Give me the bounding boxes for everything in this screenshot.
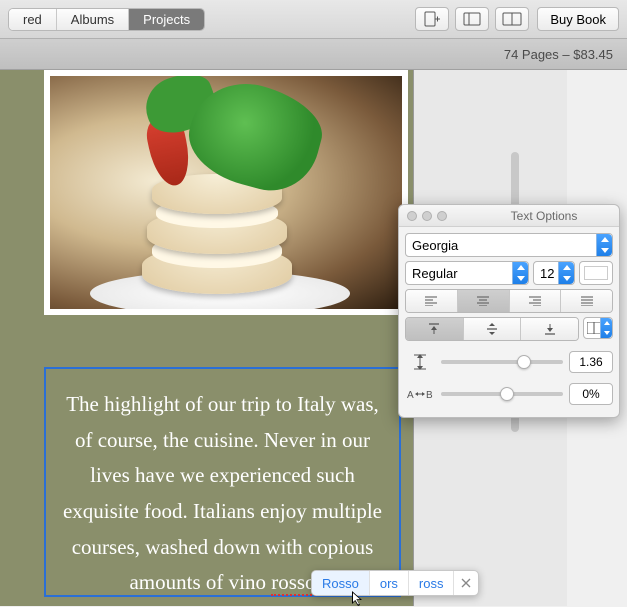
autocorrect-popup: Rosso ors ross	[311, 570, 479, 596]
align-center-button[interactable]	[458, 290, 510, 312]
valign-top-button[interactable]	[406, 318, 464, 340]
panel-titlebar[interactable]: Text Options	[399, 205, 619, 227]
status-bar: 74 Pages – $83.45	[0, 39, 627, 70]
zoom-icon[interactable]	[437, 211, 447, 221]
line-spacing-value[interactable]: 1.36	[569, 351, 613, 373]
tab-red[interactable]: red	[9, 9, 57, 30]
close-icon[interactable]	[407, 211, 417, 221]
window-controls	[407, 211, 447, 221]
tab-albums[interactable]: Albums	[57, 9, 129, 30]
valign-top-icon	[429, 323, 439, 335]
photo-frame[interactable]	[44, 70, 408, 315]
valign-middle-icon	[487, 323, 497, 335]
tracking-icon: AB	[405, 388, 435, 400]
panel-title-text: Text Options	[477, 209, 611, 223]
view-tabs: red Albums Projects	[8, 8, 205, 31]
font-size-field[interactable]: 12	[533, 261, 575, 285]
close-icon	[461, 578, 471, 588]
align-justify-icon	[581, 296, 593, 306]
text-frame[interactable]: The highlight of our trip to Italy was, …	[44, 367, 401, 597]
font-style-select[interactable]: Regular	[405, 261, 529, 285]
chevron-updown-icon	[512, 262, 528, 284]
align-right-button[interactable]	[510, 290, 562, 312]
buy-book-button[interactable]: Buy Book	[537, 7, 619, 31]
valign-bottom-button[interactable]	[521, 318, 578, 340]
text-options-panel: Text Options Georgia Regular 12	[398, 204, 620, 418]
autocorrect-suggestion-2[interactable]: ross	[409, 571, 455, 595]
svg-text:A: A	[407, 390, 414, 400]
tab-projects[interactable]: Projects	[129, 9, 204, 30]
align-center-icon	[477, 296, 489, 306]
book-page: The highlight of our trip to Italy was, …	[0, 70, 414, 606]
autocorrect-dismiss-button[interactable]	[454, 571, 478, 595]
font-family-select[interactable]: Georgia	[405, 233, 613, 257]
misspelled-word[interactable]: rosso	[271, 570, 315, 596]
autocorrect-suggestion-1[interactable]: ors	[370, 571, 409, 595]
add-page-icon	[423, 11, 441, 27]
tracking-value[interactable]: 0%	[569, 383, 613, 405]
body-text: The highlight of our trip to Italy was, …	[63, 392, 382, 594]
cursor-icon	[352, 591, 366, 607]
font-style-value: Regular	[412, 266, 458, 281]
columns-button[interactable]	[583, 317, 613, 339]
vertical-align-group	[405, 317, 579, 341]
align-left-button[interactable]	[406, 290, 458, 312]
page-count-price: 74 Pages – $83.45	[504, 47, 613, 62]
valign-bottom-icon	[545, 323, 555, 335]
valign-middle-button[interactable]	[464, 318, 522, 340]
font-family-value: Georgia	[412, 238, 458, 253]
align-justify-button[interactable]	[561, 290, 612, 312]
align-right-icon	[529, 296, 541, 306]
font-size-value: 12	[540, 266, 554, 281]
layout-spread-icon	[502, 12, 522, 26]
minimize-icon[interactable]	[422, 211, 432, 221]
columns-icon	[587, 322, 600, 334]
horizontal-align-group	[405, 289, 613, 313]
layout-spread-button[interactable]	[495, 7, 529, 31]
top-toolbar: red Albums Projects Buy Book	[0, 0, 627, 39]
layout-split-button[interactable]	[455, 7, 489, 31]
tracking-slider[interactable]	[441, 392, 563, 396]
svg-text:B: B	[426, 390, 433, 400]
photo-image	[50, 76, 402, 309]
add-page-button[interactable]	[415, 7, 449, 31]
align-left-icon	[425, 296, 437, 306]
chevron-updown-icon	[596, 234, 612, 256]
text-color-well[interactable]	[579, 261, 613, 285]
line-spacing-icon	[405, 354, 435, 370]
line-spacing-slider[interactable]	[441, 360, 563, 364]
chevron-updown-icon	[558, 262, 574, 284]
chevron-updown-icon	[600, 318, 612, 338]
layout-split-icon	[463, 12, 481, 26]
